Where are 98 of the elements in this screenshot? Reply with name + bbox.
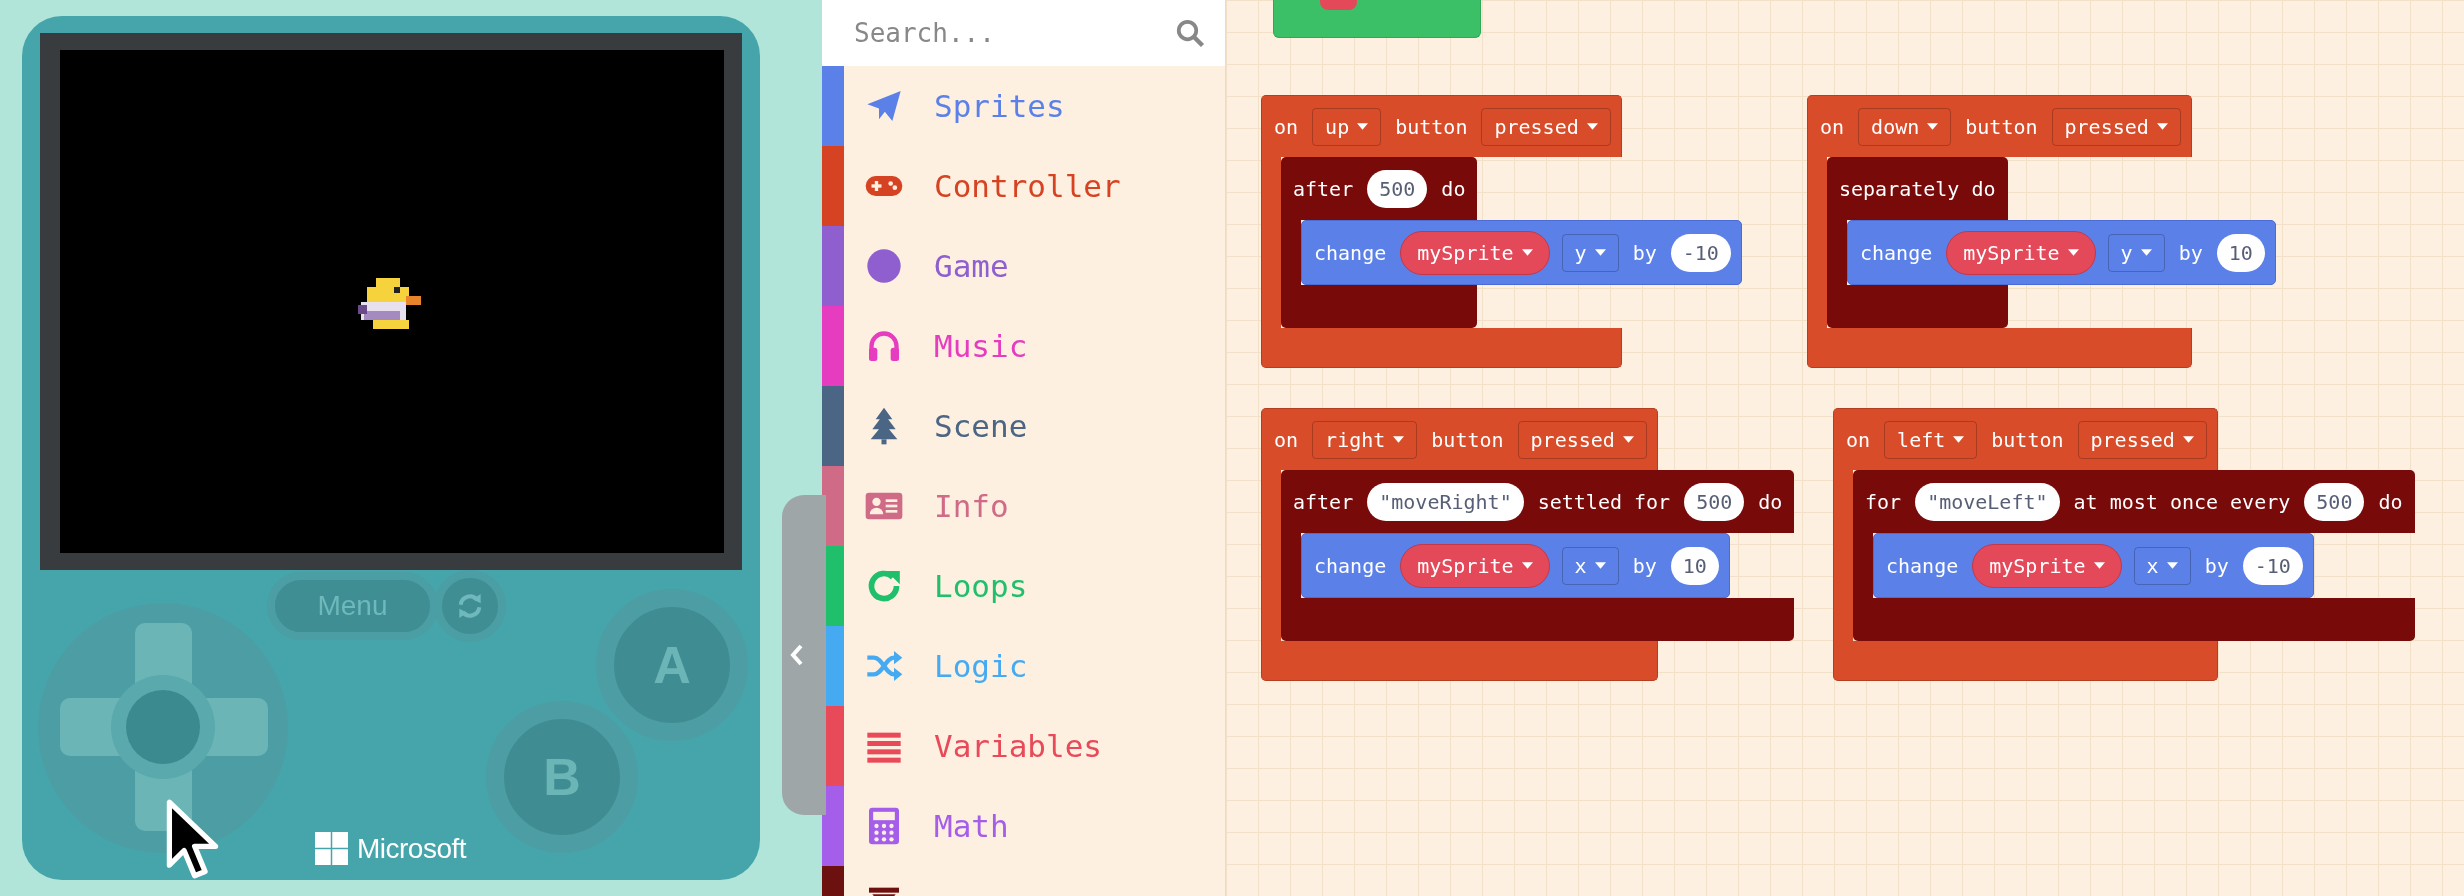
caret-icon: [2093, 562, 2105, 569]
block-label: on: [1845, 427, 1872, 452]
category-item[interactable]: Math: [822, 786, 1225, 866]
block-label: button: [1430, 427, 1505, 452]
block-label: do: [1757, 489, 1784, 514]
caret-icon: [1953, 436, 1965, 443]
block-label: change: [1859, 240, 1934, 265]
circle-icon: [864, 246, 904, 286]
category-item[interactable]: Game: [822, 226, 1225, 306]
dpad[interactable]: [38, 603, 288, 853]
change-block[interactable]: change mySprite x by -10: [1873, 533, 2314, 598]
text-input[interactable]: "moveLeft": [1915, 482, 2060, 521]
block-label: button: [1964, 114, 2039, 139]
change-block[interactable]: change mySprite x by 10: [1301, 533, 1730, 598]
dropdown-field[interactable]: up: [1312, 107, 1382, 146]
timer-block-header[interactable]: after 500 do: [1281, 157, 1478, 220]
category-item[interactable]: Scene: [822, 386, 1225, 466]
search-field[interactable]: Search...: [822, 0, 1225, 66]
variable-dropdown[interactable]: mySprite: [1972, 543, 2122, 588]
event-block-header[interactable]: on up button pressed: [1261, 95, 1622, 157]
number-input[interactable]: 500: [2304, 482, 2365, 521]
dropdown-field[interactable]: x: [2133, 546, 2191, 585]
change-block[interactable]: change mySprite y by 10: [1847, 220, 2276, 285]
number-input[interactable]: 500: [1367, 169, 1428, 208]
block-label: after: [1292, 489, 1355, 514]
event-block-header[interactable]: on right button pressed: [1261, 408, 1658, 470]
category-item[interactable]: Variables: [822, 706, 1225, 786]
block-label: at most once every: [2072, 489, 2292, 514]
category-item[interactable]: Info: [822, 466, 1225, 546]
block-label: on: [1273, 114, 1300, 139]
timer-block-header[interactable]: for "moveLeft" at most once every 500 do: [1853, 470, 2415, 533]
block-label: by: [1631, 240, 1658, 265]
caret-icon: [1357, 123, 1369, 130]
variable-pill: [1320, 0, 1357, 10]
caret-icon: [2140, 249, 2152, 256]
dropdown-field[interactable]: pressed: [2077, 420, 2207, 459]
block-label: button: [1990, 427, 2065, 452]
block-label: by: [2177, 240, 2204, 265]
number-input[interactable]: 10: [1670, 546, 1719, 585]
block-label: do: [2377, 489, 2404, 514]
block-label: settled for: [1536, 489, 1672, 514]
dropdown-field[interactable]: pressed: [1481, 107, 1611, 146]
change-block[interactable]: change mySprite y by -10: [1301, 220, 1742, 285]
number-input[interactable]: 10: [2216, 233, 2265, 272]
caret-icon: [1521, 249, 1533, 256]
logo-icon: [315, 832, 348, 865]
text-input[interactable]: "moveRight": [1367, 482, 1524, 521]
category-item[interactable]: Logic: [822, 626, 1225, 706]
brand-label: Microsoft: [357, 832, 467, 865]
dropdown-field[interactable]: pressed: [2051, 107, 2181, 146]
dropdown-field[interactable]: y: [1561, 233, 1619, 272]
block-label: separately do: [1838, 176, 1997, 201]
collapse-tab[interactable]: [782, 495, 826, 815]
event-block-header[interactable]: on down button pressed: [1807, 95, 2192, 157]
caret-icon: [2156, 123, 2168, 130]
caret-icon: [2067, 249, 2079, 256]
block-label: by: [2203, 553, 2230, 578]
duck-drawing: [358, 275, 424, 332]
caret-icon: [1622, 436, 1634, 443]
block-label: change: [1885, 553, 1960, 578]
category-item[interactable]: Music: [822, 306, 1225, 386]
dropdown-field[interactable]: pressed: [1517, 420, 1647, 459]
dropdown-field[interactable]: y: [2107, 233, 2165, 272]
caret-icon: [1927, 123, 1939, 130]
number-input[interactable]: -10: [2242, 546, 2303, 585]
block-label: after: [1292, 176, 1355, 201]
number-input[interactable]: 500: [1684, 482, 1745, 521]
block-label: do: [1440, 176, 1467, 201]
event-block-header[interactable]: on left button pressed: [1833, 408, 2218, 470]
variable-dropdown[interactable]: mySprite: [1400, 230, 1550, 275]
caret-icon: [1521, 562, 1533, 569]
block-label: on: [1273, 427, 1300, 452]
block-label: change: [1313, 553, 1388, 578]
caret-icon: [2166, 562, 2178, 569]
dropdown-field[interactable]: left: [1884, 420, 1978, 459]
block-label: change: [1313, 240, 1388, 265]
caret-icon: [1393, 436, 1405, 443]
dropdown-field[interactable]: x: [1561, 546, 1619, 585]
timer-block-header[interactable]: after "moveRight" settled for 500 do: [1281, 470, 1795, 533]
block-label: button: [1394, 114, 1469, 139]
caret-icon: [2182, 436, 2194, 443]
caret-icon: [1586, 123, 1598, 130]
chevron-left-icon: [790, 644, 804, 666]
dropdown-field[interactable]: down: [1858, 107, 1952, 146]
variable-dropdown[interactable]: mySprite: [1400, 543, 1550, 588]
search-icon: [1175, 18, 1205, 48]
dropdown-field[interactable]: right: [1312, 420, 1418, 459]
variable-dropdown[interactable]: mySprite: [1946, 230, 2096, 275]
timer-block-header[interactable]: separately do: [1827, 157, 2008, 220]
category-item[interactable]: Sprites: [822, 66, 1225, 146]
block-label: by: [1631, 553, 1658, 578]
category-item[interactable]: Controller: [822, 146, 1225, 226]
number-input[interactable]: -10: [1670, 233, 1731, 272]
caret-icon: [1594, 562, 1606, 569]
category-item[interactable]: Loops: [822, 546, 1225, 626]
block-label: for: [1864, 489, 1903, 514]
block-label: on: [1819, 114, 1846, 139]
caret-icon: [1594, 249, 1606, 256]
